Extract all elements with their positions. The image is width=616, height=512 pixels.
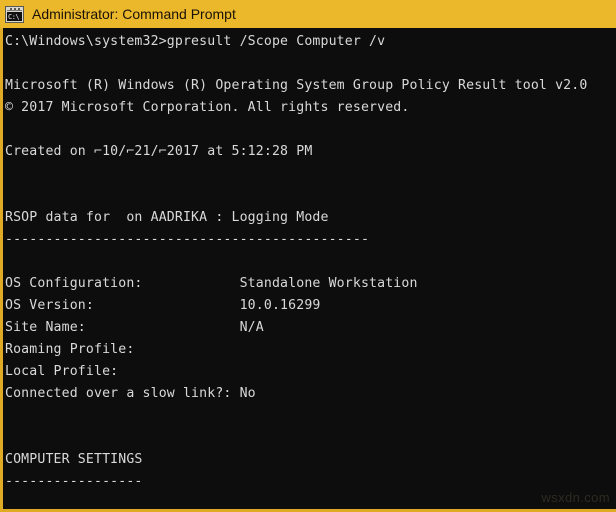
terminal-line: Connected over a slow link?: No	[5, 386, 256, 401]
window-title: Administrator: Command Prompt	[32, 6, 236, 22]
terminal-line: Roaming Profile:	[5, 342, 135, 357]
command-prompt-icon: C:\	[5, 5, 24, 23]
terminal-line: ----------------------------------------…	[5, 232, 370, 247]
terminal-line: COMPUTER SETTINGS	[5, 452, 143, 467]
terminal-output-area[interactable]: C:\Windows\system32>gpresult /Scope Comp…	[3, 28, 616, 509]
window-titlebar[interactable]: C:\ Administrator: Command Prompt	[0, 0, 616, 28]
terminal-line: Created on ⌐10/⌐21/⌐2017 at 5:12:28 PM	[5, 144, 313, 159]
terminal-line: Microsoft (R) Windows (R) Operating Syst…	[5, 78, 588, 93]
terminal-line: RSOP data for on AADRIKA : Logging Mode	[5, 210, 329, 225]
terminal-line: Site Name: N/A	[5, 320, 264, 335]
icon-screen-text: C:\	[7, 11, 22, 21]
icon-titlebar-decoration	[7, 7, 22, 11]
terminal-line: © 2017 Microsoft Corporation. All rights…	[5, 100, 410, 115]
terminal-line: Local Profile:	[5, 364, 119, 379]
terminal-line: -----------------	[5, 474, 143, 489]
terminal-line: OS Version: 10.0.16299	[5, 298, 321, 313]
terminal-line: C:\Windows\system32>gpresult /Scope Comp…	[5, 34, 386, 49]
command-prompt-window: C:\ Administrator: Command Prompt C:\Win…	[0, 0, 616, 512]
terminal-line: OS Configuration: Standalone Workstation	[5, 276, 418, 291]
